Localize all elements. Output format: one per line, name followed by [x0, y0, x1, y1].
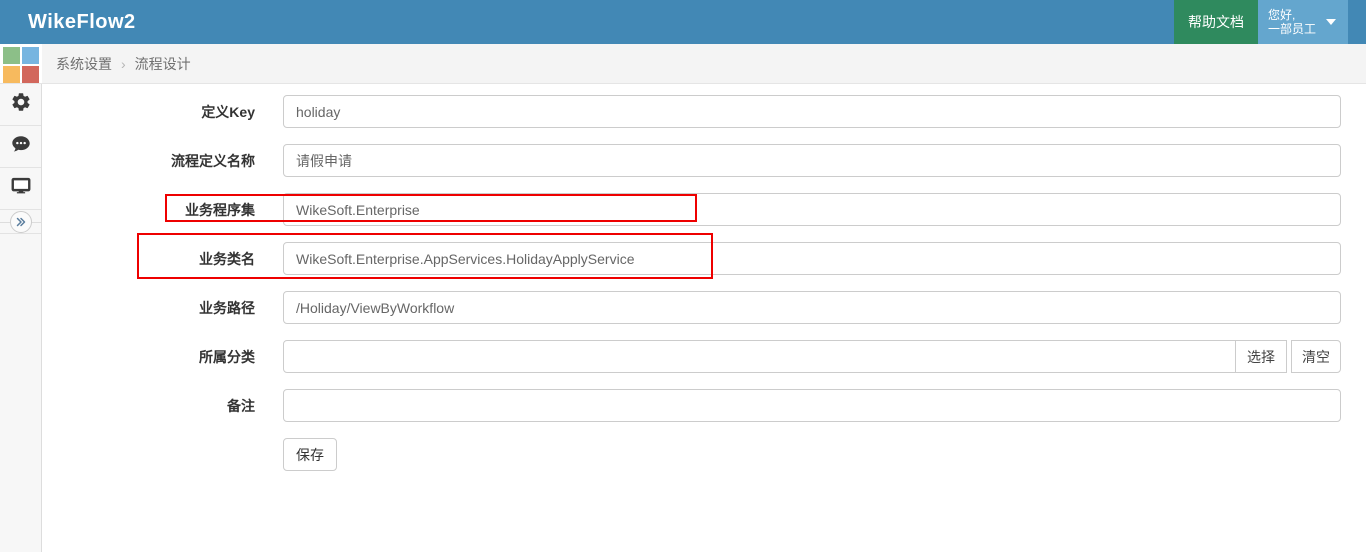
form-row-definition-key: 定义Key [42, 95, 1366, 128]
sidebar-item-settings[interactable] [0, 84, 41, 126]
form-row-category: 所属分类 选择 清空 [42, 340, 1366, 373]
user-menu-dropdown[interactable]: 您好, 一部员工 [1257, 0, 1348, 44]
gear-icon [10, 91, 32, 118]
category-select-button[interactable]: 选择 [1235, 340, 1287, 373]
logo-square-blue [22, 47, 39, 64]
double-chevron-right-icon [9, 210, 32, 233]
category-clear-button[interactable]: 清空 [1291, 340, 1341, 373]
category-input-group: 选择 清空 [283, 340, 1341, 373]
user-greeting-line1: 您好, [1267, 8, 1296, 22]
logo-square-green [3, 47, 20, 64]
app-title: WikeFlow2 [28, 10, 136, 33]
breadcrumb-process-design[interactable]: 流程设计 [135, 54, 191, 74]
monitor-icon [10, 175, 32, 202]
app-logo[interactable] [0, 44, 42, 84]
app-header: WikeFlow2 帮助文档 您好, 一部员工 [0, 0, 1366, 44]
breadcrumb-separator: › [121, 55, 126, 72]
process-design-form: 定义Key 流程定义名称 业务程序集 业务类名 业务路径 [42, 84, 1366, 552]
form-row-remark: 备注 [42, 389, 1366, 422]
field-label-definition-key: 定义Key [201, 103, 255, 120]
field-label-remark: 备注 [227, 397, 255, 414]
user-greeting-line2: 一部员工 [1267, 22, 1316, 36]
input-wrap [283, 291, 1341, 324]
field-label-business-class: 业务类名 [199, 250, 255, 267]
sidebar-collapse-toggle[interactable] [0, 210, 41, 234]
form-row-business-assembly: 业务程序集 [42, 193, 1366, 226]
sidebar-item-monitor[interactable] [0, 168, 41, 210]
sidebar-item-messages[interactable] [0, 126, 41, 168]
process-name-input[interactable] [283, 144, 1341, 177]
field-label-category: 所属分类 [199, 348, 255, 365]
form-row-process-name: 流程定义名称 [42, 144, 1366, 177]
input-wrap [283, 144, 1341, 177]
remark-input[interactable] [283, 389, 1341, 422]
help-docs-button[interactable]: 帮助文档 [1173, 0, 1258, 44]
business-class-input[interactable] [283, 242, 1341, 275]
field-label-process-name: 流程定义名称 [171, 152, 255, 169]
input-wrap [283, 242, 1341, 275]
definition-key-input[interactable] [283, 95, 1341, 128]
user-greeting: 您好, 一部员工 [1268, 8, 1316, 36]
field-label-business-path: 业务路径 [199, 299, 255, 316]
input-wrap [283, 389, 1341, 422]
input-wrap [283, 95, 1341, 128]
page: WikeFlow2 帮助文档 您好, 一部员工 系统设置 › 流程设计 定义Ke… [0, 0, 1366, 552]
business-assembly-input[interactable] [283, 193, 1341, 226]
chat-bubble-icon [10, 133, 32, 160]
breadcrumb: 系统设置 › 流程设计 [42, 44, 1366, 84]
breadcrumb-system-settings[interactable]: 系统设置 [56, 54, 112, 74]
logo-square-orange [3, 66, 20, 83]
field-label-business-assembly: 业务程序集 [185, 201, 255, 218]
save-row: 保存 [42, 438, 1366, 471]
form-row-business-path: 业务路径 [42, 291, 1366, 324]
input-wrap [283, 193, 1341, 226]
logo-square-red [22, 66, 39, 83]
business-path-input[interactable] [283, 291, 1341, 324]
form-row-business-class: 业务类名 [42, 242, 1366, 275]
sidebar [0, 44, 42, 552]
save-button[interactable]: 保存 [283, 438, 337, 471]
category-input[interactable] [283, 340, 1236, 373]
logo-squares-icon [3, 47, 42, 83]
caret-down-icon [1326, 19, 1336, 25]
